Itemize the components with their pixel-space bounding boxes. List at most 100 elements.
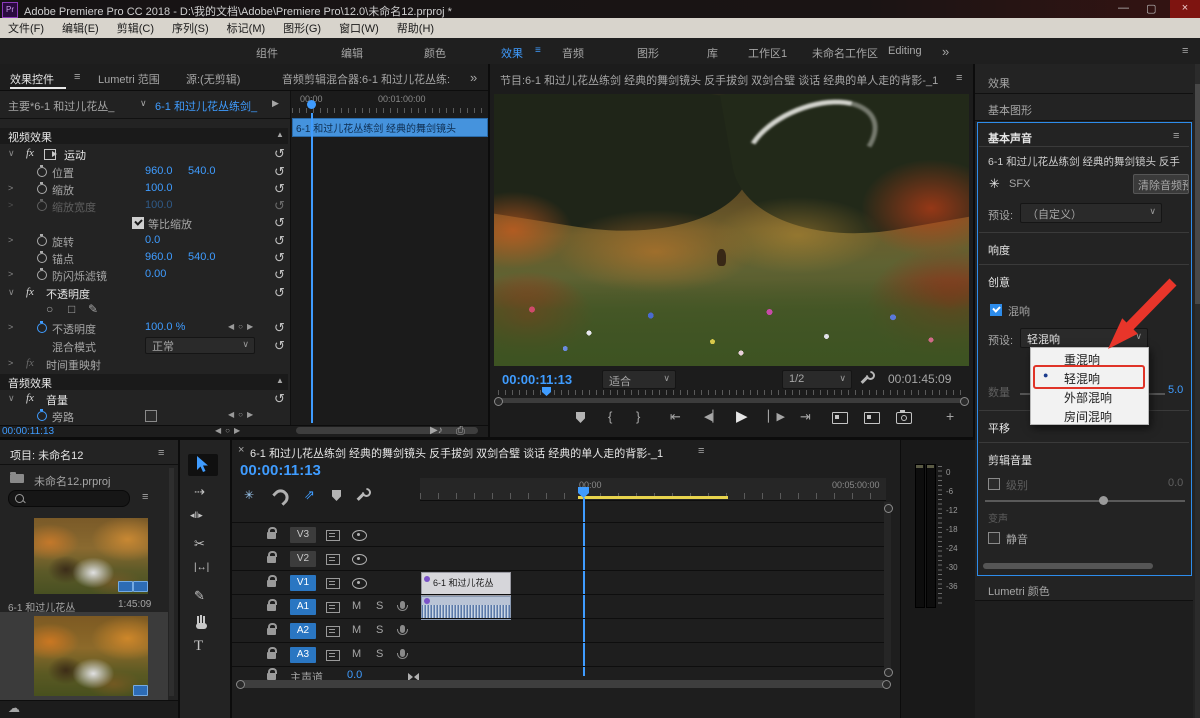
reset-icon[interactable]: ↺: [274, 233, 285, 248]
solo-track-button[interactable]: S: [376, 600, 383, 612]
project-title[interactable]: 项目: 未命名12: [10, 447, 83, 463]
param-value[interactable]: 0.0: [145, 234, 160, 246]
ec-row-time-remap[interactable]: > fx 时间重映射: [0, 356, 290, 373]
lock-icon[interactable]: [267, 628, 276, 635]
search-list-toggle-icon[interactable]: ≡: [142, 491, 148, 503]
ec-master-clip[interactable]: 主要*6-1 和过儿花丛_: [8, 98, 138, 114]
mute-track-button[interactable]: M: [352, 624, 361, 636]
level-slider[interactable]: [985, 500, 1185, 502]
tab-effect-controls[interactable]: 效果控件: [10, 71, 54, 87]
project-v-scrollbar[interactable]: [169, 468, 174, 696]
minimize-button[interactable]: —: [1118, 2, 1129, 14]
workspace-graphics[interactable]: 图形: [637, 45, 659, 61]
mute-track-button[interactable]: M: [352, 600, 361, 612]
ec-h-scrollbar[interactable]: [296, 427, 478, 434]
tab-lumetri-color[interactable]: Lumetri 颜色: [988, 583, 1050, 599]
reset-icon[interactable]: ↺: [274, 320, 285, 335]
param-label[interactable]: 旋转: [52, 234, 74, 250]
v-scroll-top-knob[interactable]: [884, 504, 893, 513]
play-audio-icon[interactable]: ▶♪: [430, 425, 443, 436]
next-keyframe-icon[interactable]: ▶: [247, 410, 257, 419]
chevron-down-icon[interactable]: ∨: [8, 393, 15, 404]
sync-lock-icon[interactable]: [326, 530, 340, 541]
track-select-tool-icon[interactable]: ⇢: [194, 484, 205, 500]
add-keyframe-icon[interactable]: ○: [225, 426, 234, 435]
workspace-audio[interactable]: 音频: [562, 45, 584, 61]
lock-icon[interactable]: [267, 604, 276, 611]
next-keyframe-icon[interactable]: ▶: [247, 322, 257, 331]
voice-record-icon[interactable]: [400, 625, 405, 633]
workspace-library[interactable]: 库: [707, 45, 718, 61]
level-slider-handle[interactable]: [1099, 496, 1108, 505]
extract-icon[interactable]: [864, 412, 880, 424]
param-label[interactable]: 不透明度: [52, 321, 96, 337]
project-file-name[interactable]: 未命名12.prproj: [34, 473, 110, 489]
stopwatch-icon-active[interactable]: [37, 411, 47, 421]
ellipse-mask-icon[interactable]: ○: [46, 302, 53, 316]
param-label[interactable]: 位置: [52, 165, 74, 181]
chevron-right-icon[interactable]: >: [8, 358, 13, 368]
linked-selection-icon[interactable]: ⇗: [304, 487, 315, 503]
chevron-right-icon[interactable]: >: [8, 235, 13, 245]
menu-graphics[interactable]: 图形(G): [283, 20, 321, 36]
tab-essential-graphics[interactable]: 基本图形: [988, 102, 1032, 118]
prev-keyframe-icon[interactable]: ◀: [228, 410, 238, 419]
reset-icon[interactable]: ↺: [274, 198, 285, 213]
track-target-a3[interactable]: A3: [290, 647, 316, 663]
audio-clip[interactable]: [421, 596, 511, 620]
rect-mask-icon[interactable]: □: [68, 302, 75, 316]
add-keyframe-icon[interactable]: ○: [238, 322, 247, 331]
collapse-icon[interactable]: ▲: [276, 130, 284, 139]
pen-mask-icon[interactable]: ✎: [88, 302, 98, 316]
timeline-timecode[interactable]: 00:00:11:13: [240, 462, 321, 479]
lock-icon[interactable]: [267, 652, 276, 659]
effect-label[interactable]: 运动: [64, 147, 86, 163]
maximize-button[interactable]: ▢: [1146, 2, 1156, 15]
mute-track-button[interactable]: M: [352, 648, 361, 660]
mark-in-icon[interactable]: {: [608, 409, 612, 424]
add-keyframe-icon[interactable]: ○: [238, 410, 247, 419]
stopwatch-icon-active[interactable]: [37, 323, 47, 333]
tab-lumetri-scopes[interactable]: Lumetri 范围: [98, 71, 160, 87]
ec-playhead-line[interactable]: [311, 113, 313, 423]
param-label[interactable]: 缩放: [52, 182, 74, 198]
solo-track-button[interactable]: S: [376, 624, 383, 636]
program-title[interactable]: 节目:6-1 和过儿花丛练剑 经典的舞剑镜头 反手拔剑 双剑合璧 谈话 经典的单…: [500, 72, 950, 88]
ec-section-video-effects[interactable]: 视频效果 ▲: [0, 128, 288, 144]
track-visibility-icon[interactable]: [352, 530, 367, 541]
mute-checkbox[interactable]: [988, 532, 1000, 544]
workspace-effects-active[interactable]: 效果: [501, 45, 523, 61]
reset-icon[interactable]: ↺: [274, 338, 285, 353]
tab-effects[interactable]: 效果: [988, 75, 1010, 91]
tab-source[interactable]: 源:(无剪辑): [186, 71, 240, 87]
menu-edit[interactable]: 编辑(E): [62, 20, 99, 36]
stopwatch-icon[interactable]: [37, 201, 47, 211]
stopwatch-icon[interactable]: [37, 184, 47, 194]
level-checkbox[interactable]: [988, 478, 1000, 490]
effect-label[interactable]: 时间重映射: [46, 357, 101, 373]
workspace-overflow-icon[interactable]: »: [942, 44, 949, 59]
tab-essential-sound[interactable]: 基本声音: [988, 130, 1032, 146]
prev-keyframe-icon[interactable]: ◀: [215, 426, 225, 435]
solo-track-button[interactable]: S: [376, 648, 383, 660]
work-area-bar[interactable]: [578, 496, 728, 499]
lift-icon[interactable]: [832, 412, 848, 424]
track-visibility-icon[interactable]: [352, 554, 367, 565]
ec-row-opacity-fx[interactable]: ∨ fx 不透明度 ↺: [0, 285, 290, 302]
ec-row-opacity-value[interactable]: > 不透明度 100.0 % ◀○▶ ↺: [0, 320, 290, 337]
prev-keyframe-icon[interactable]: ◀: [228, 322, 238, 331]
ec-row-motion[interactable]: ∨ fx 运动 ↺: [0, 146, 290, 163]
goto-out-icon[interactable]: ⇥: [800, 409, 811, 425]
keyframe-nav[interactable]: ◀○▶: [228, 322, 257, 331]
play-button-icon[interactable]: ▶: [736, 407, 748, 425]
ec-row-position[interactable]: 位置 960.0 540.0 ↺: [0, 164, 290, 181]
ec-clip-play-icon[interactable]: ▶: [272, 98, 279, 109]
effect-label[interactable]: 不透明度: [46, 286, 90, 302]
video-clip[interactable]: 6-1 和过儿花丛: [421, 572, 511, 596]
workspace-color[interactable]: 颜色: [424, 45, 446, 61]
ec-clip-name[interactable]: 6-1 和过儿花丛练剑_: [155, 98, 267, 114]
razor-tool-icon[interactable]: ✂: [194, 536, 205, 552]
param-value[interactable]: 960.0: [145, 165, 173, 177]
export-icon[interactable]: ⎙: [456, 425, 465, 437]
reverb-checkbox[interactable]: [990, 304, 1002, 316]
